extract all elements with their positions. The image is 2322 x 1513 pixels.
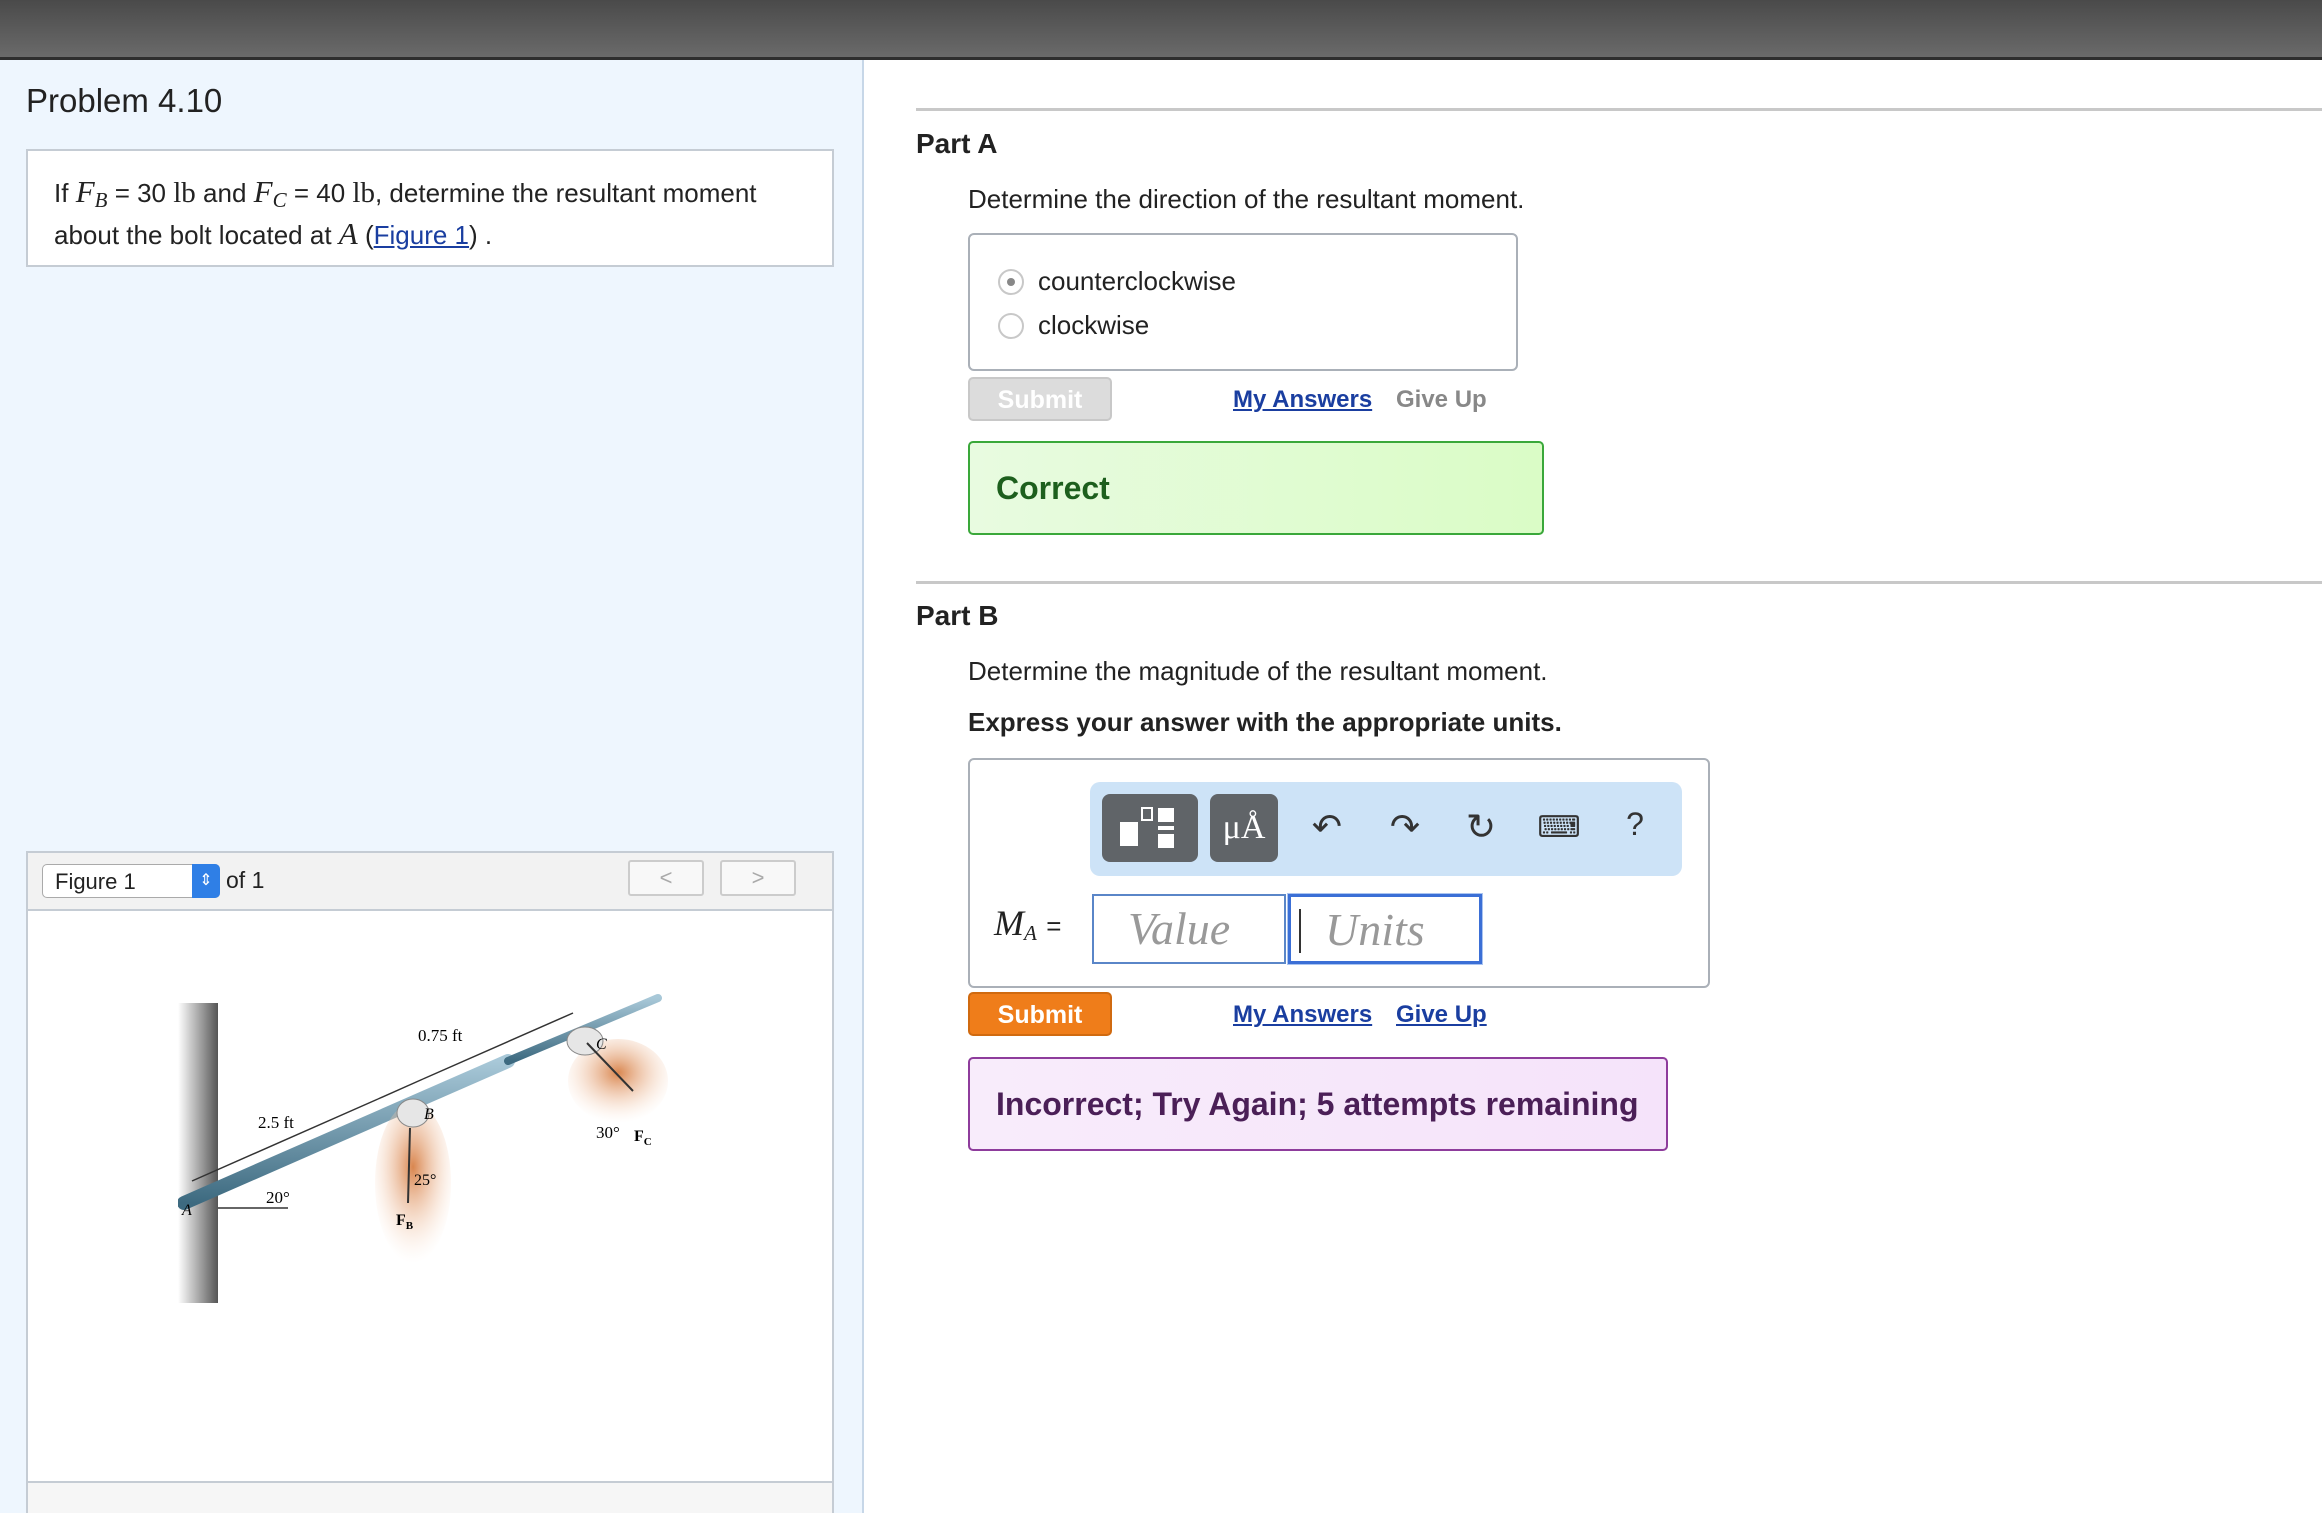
- part-a-question: Determine the direction of the resultant…: [968, 184, 1525, 214]
- part-a-give-up: Give Up: [1396, 386, 1487, 413]
- dim-25-label: 2.5 ft: [258, 1113, 294, 1132]
- wrench-rod: [178, 1054, 515, 1210]
- units-placeholder: Units: [1325, 904, 1425, 955]
- dim-075-label: 0.75 ft: [418, 1026, 463, 1045]
- problem-panel: Problem 4.10 If FB = 30 lb and FC = 40 l…: [0, 60, 864, 1513]
- select-arrows-icon: ⇕: [192, 864, 220, 898]
- keyboard-icon[interactable]: ⌨: [1534, 810, 1584, 845]
- divider-a: [916, 108, 2322, 111]
- paren-open: (: [364, 220, 374, 250]
- figure-header: Figure 1 ⇕ of 1 < >: [28, 853, 832, 911]
- figure-select[interactable]: Figure 1 ⇕: [42, 864, 220, 898]
- divider-b: [916, 581, 2322, 584]
- figure-count: of 1: [226, 867, 265, 893]
- part-b-instruction: Express your answer with the appropriate…: [968, 707, 1562, 737]
- help-icon[interactable]: ?: [1610, 806, 1660, 843]
- angle-25-label: 25°: [414, 1172, 436, 1189]
- fc-label: FC: [634, 1128, 652, 1148]
- point-b-label: B: [424, 1106, 434, 1123]
- redo-icon[interactable]: ↷: [1380, 806, 1430, 848]
- text-after: , determine the resultant moment: [374, 178, 757, 208]
- part-b-heading: Part B: [916, 600, 999, 631]
- figure-footer: [28, 1481, 832, 1513]
- dim-line-25: [191, 1098, 379, 1182]
- units-input[interactable]: Units: [1288, 894, 1482, 964]
- part-a-heading: Part A: [916, 128, 998, 159]
- equation-toolbar: μÅ ↶ ↷ ↻ ⌨ ?: [1090, 782, 1682, 876]
- direction-options: counterclockwise clockwise: [968, 233, 1518, 371]
- part-b-submit-button[interactable]: Submit: [968, 992, 1112, 1036]
- part-a-feedback: Correct: [968, 441, 1544, 535]
- templates-icon: [1120, 807, 1174, 848]
- value-input[interactable]: Value: [1092, 894, 1286, 964]
- variable-label: MA =: [994, 903, 1062, 945]
- point-a: A: [338, 216, 358, 251]
- figure-link[interactable]: Figure 1: [374, 220, 469, 250]
- point-c-label: C: [596, 1036, 607, 1053]
- part-b-my-answers-link[interactable]: My Answers: [1233, 1001, 1372, 1029]
- next-figure-button[interactable]: >: [720, 860, 796, 896]
- radio-clockwise[interactable]: [998, 313, 1024, 339]
- part-a-my-answers-link[interactable]: My Answers: [1233, 386, 1372, 414]
- fc-value: = 40: [293, 178, 346, 208]
- problem-statement: If FB = 30 lb and FC = 40 lb, determine …: [26, 149, 834, 267]
- option-counterclockwise[interactable]: counterclockwise: [1038, 266, 1236, 297]
- figure-panel: Figure 1 ⇕ of 1 < > 0.75 ft 2.5 ft 20° 2…: [26, 851, 834, 1513]
- units-button[interactable]: μÅ: [1210, 794, 1278, 862]
- fb-symbol: FB: [75, 174, 108, 212]
- templates-button[interactable]: [1102, 794, 1198, 862]
- fc-symbol: FC: [253, 174, 287, 212]
- reset-icon[interactable]: ↻: [1456, 806, 1506, 848]
- part-b-give-up-link[interactable]: Give Up: [1396, 1001, 1487, 1029]
- fb-value: = 30: [114, 178, 167, 208]
- part-a-submit-button[interactable]: Submit: [968, 377, 1112, 421]
- wrench-figure: 0.75 ft 2.5 ft 20° 25° 30° FC FB A B C: [178, 994, 668, 1303]
- paren-close: ) .: [469, 220, 493, 250]
- unit-lb-2: lb: [352, 177, 375, 209]
- answer-box: μÅ ↶ ↷ ↻ ⌨ ? MA = Value Units: [968, 758, 1710, 988]
- point-a-label: A: [181, 1202, 192, 1219]
- text-if: If: [54, 178, 69, 208]
- text-cursor: [1299, 909, 1301, 953]
- text-and: and: [203, 178, 247, 208]
- text-line2: about the bolt located at: [54, 220, 332, 250]
- undo-icon[interactable]: ↶: [1302, 806, 1352, 848]
- figure-select-value: Figure 1: [55, 869, 136, 894]
- option-clockwise[interactable]: clockwise: [1038, 310, 1149, 341]
- prev-figure-button[interactable]: <: [628, 860, 704, 896]
- wall: [178, 1003, 218, 1303]
- angle-20-label: 20°: [266, 1188, 290, 1207]
- radio-counterclockwise[interactable]: [998, 269, 1024, 295]
- top-bar: [0, 0, 2322, 60]
- part-b-feedback: Incorrect; Try Again; 5 attempts remaini…: [968, 1057, 1668, 1151]
- problem-title: Problem 4.10: [26, 82, 223, 119]
- part-b-question: Determine the magnitude of the resultant…: [968, 656, 1548, 686]
- unit-lb: lb: [173, 177, 196, 209]
- angle-30-label: 30°: [596, 1123, 620, 1142]
